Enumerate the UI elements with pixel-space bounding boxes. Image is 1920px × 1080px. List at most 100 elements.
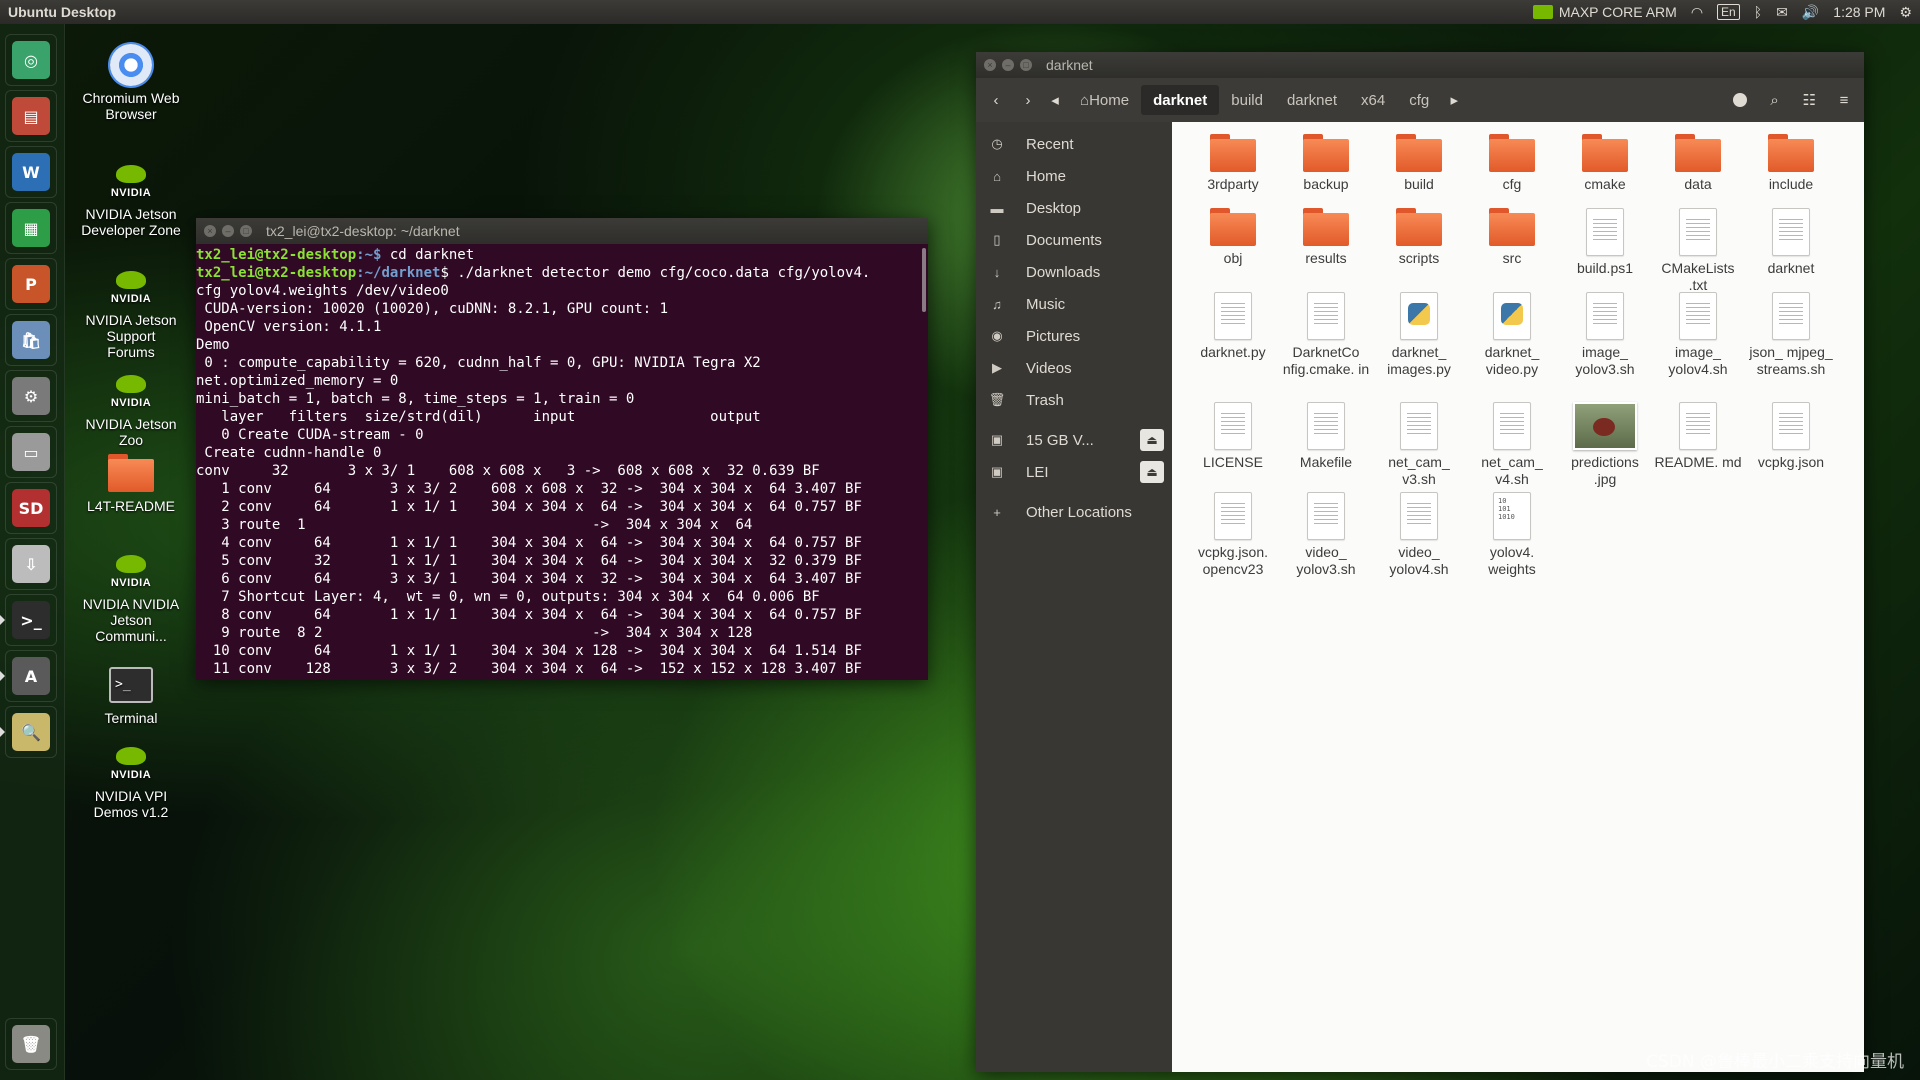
desktop-icon[interactable]: Chromium Web Browser	[81, 44, 181, 122]
eject-icon[interactable]: ⏏	[1140, 429, 1164, 451]
files-titlebar[interactable]: × – □ darknet	[976, 52, 1864, 78]
file-item[interactable]: include	[1745, 134, 1837, 193]
file-item[interactable]: net_cam_ v3.sh	[1373, 402, 1465, 488]
maximize-icon[interactable]: □	[240, 225, 252, 237]
desktop-icon[interactable]: >_ Terminal	[81, 664, 181, 726]
file-item[interactable]: Makefile	[1280, 402, 1372, 471]
desktop-icon[interactable]: L4T-README	[81, 452, 181, 514]
desktop-icon[interactable]: NVIDIA NVIDIA Jetson Zoo	[81, 370, 181, 448]
eject-icon[interactable]: ⏏	[1140, 461, 1164, 483]
trash-launcher-button[interactable]: 🗑	[5, 1018, 57, 1070]
maximize-icon[interactable]: □	[1020, 59, 1032, 71]
sidebar-item-desktop[interactable]: ▬ Desktop	[976, 192, 1172, 224]
software-center-launcher-button[interactable]: 🛍	[5, 314, 57, 366]
sidebar-item-downloads[interactable]: ↓ Downloads	[976, 256, 1172, 288]
desktop-icon[interactable]: NVIDIA NVIDIA NVIDIA Jetson Communi...	[81, 550, 181, 644]
file-item[interactable]: darknet	[1745, 208, 1837, 277]
file-item[interactable]: src	[1466, 208, 1558, 267]
libreoffice-impress-launcher-button[interactable]: P	[5, 258, 57, 310]
status-dot-icon[interactable]	[1725, 85, 1755, 115]
file-item[interactable]: video_ yolov4.sh	[1373, 492, 1465, 578]
file-item[interactable]: CMakeLists .txt	[1652, 208, 1744, 294]
gear-icon[interactable]: ⚙	[1899, 4, 1912, 21]
bluetooth-icon[interactable]: ᛒ	[1754, 4, 1762, 20]
power-mode-indicator[interactable]: MAXP CORE ARM	[1532, 4, 1677, 20]
terminal-window[interactable]: × – □ tx2_lei@tx2-desktop: ~/darknet tx2…	[196, 218, 928, 680]
terminal-output[interactable]: tx2_lei@tx2-desktop:~$ cd darknet tx2_lei…	[196, 244, 928, 676]
breadcrumb-darknet[interactable]: darknet	[1275, 85, 1349, 115]
search-icon[interactable]: ⌕	[1761, 85, 1789, 115]
breadcrumb-cfg[interactable]: cfg	[1397, 85, 1441, 115]
desktop-icon[interactable]: NVIDIA NVIDIA Jetson Support Forums	[81, 266, 181, 360]
file-item[interactable]: predictions .jpg	[1559, 402, 1651, 488]
sidebar-item-recent[interactable]: ◷ Recent	[976, 128, 1172, 160]
file-item[interactable]: README. md	[1652, 402, 1744, 471]
file-item[interactable]: darknet.py	[1187, 292, 1279, 361]
file-manager-window[interactable]: × – □ darknet ‹ › ◂ ⌂ Home darknet build da…	[976, 52, 1864, 1072]
file-item[interactable]: data	[1652, 134, 1744, 193]
file-item[interactable]: 3rdparty	[1187, 134, 1279, 193]
terminal-scrollbar[interactable]	[922, 248, 926, 312]
sidebar-item-trash[interactable]: 🗑 Trash	[976, 384, 1172, 416]
minimize-icon[interactable]: –	[222, 225, 234, 237]
breadcrumb-darknet[interactable]: darknet	[1141, 85, 1220, 115]
file-item[interactable]: darknet_ images.py	[1373, 292, 1465, 378]
sidebar-item-documents[interactable]: ▯ Documents	[976, 224, 1172, 256]
breadcrumb-right-icon[interactable]: ▸	[1445, 85, 1463, 115]
desktop-icon[interactable]: NVIDIA NVIDIA VPI Demos v1.2	[81, 742, 181, 820]
file-item[interactable]: cmake	[1559, 134, 1651, 193]
breadcrumb-build[interactable]: build	[1219, 85, 1275, 115]
file-item[interactable]: LICENSE	[1187, 402, 1279, 471]
image-viewer-launcher-button[interactable]: 🔍	[5, 706, 57, 758]
mail-icon[interactable]: ✉	[1776, 4, 1788, 21]
file-item[interactable]: obj	[1187, 208, 1279, 267]
desktop-icon[interactable]: NVIDIA NVIDIA Jetson Developer Zone	[81, 160, 181, 238]
close-icon[interactable]: ×	[204, 225, 216, 237]
sidebar-item-music[interactable]: ♫ Music	[976, 288, 1172, 320]
sidebar-item-pictures[interactable]: ◉ Pictures	[976, 320, 1172, 352]
file-item[interactable]: scripts	[1373, 208, 1465, 267]
sidebar-item-home[interactable]: ⌂ Home	[976, 160, 1172, 192]
volume-icon[interactable]: 🔊	[1802, 4, 1819, 21]
file-item[interactable]: darknet_ video.py	[1466, 292, 1558, 378]
terminal-launcher-button[interactable]: >_	[5, 594, 57, 646]
file-item[interactable]: image_ yolov3.sh	[1559, 292, 1651, 378]
breadcrumb-left-icon[interactable]: ◂	[1046, 85, 1064, 115]
clock[interactable]: 1:28 PM	[1833, 4, 1885, 20]
file-item[interactable]: backup	[1280, 134, 1372, 193]
keyboard-indicator[interactable]: En	[1717, 4, 1740, 20]
menu-icon[interactable]: ≡	[1830, 85, 1858, 115]
file-item[interactable]: vcpkg.json	[1745, 402, 1837, 471]
terminal-titlebar[interactable]: × – □ tx2_lei@tx2-desktop: ~/darknet	[196, 218, 928, 244]
sidebar-item-videos[interactable]: ▶ Videos	[976, 352, 1172, 384]
view-toggle-icon[interactable]: ☷	[1795, 85, 1824, 115]
file-item[interactable]: net_cam_ v4.sh	[1466, 402, 1558, 488]
file-item[interactable]: image_ yolov4.sh	[1652, 292, 1744, 378]
breadcrumb-x64[interactable]: x64	[1349, 85, 1397, 115]
file-item[interactable]: json_ mjpeg_ streams.sh	[1745, 292, 1837, 378]
system-settings-launcher-button[interactable]: ⚙	[5, 370, 57, 422]
file-item[interactable]: cfg	[1466, 134, 1558, 193]
sidebar-item-other-locations[interactable]: + Other Locations	[976, 496, 1172, 528]
libreoffice-calc-launcher-button[interactable]: ▦	[5, 202, 57, 254]
file-item[interactable]: results	[1280, 208, 1372, 267]
breadcrumb-home[interactable]: ⌂ Home	[1068, 85, 1141, 115]
close-icon[interactable]: ×	[984, 59, 996, 71]
file-item[interactable]: video_ yolov3.sh	[1280, 492, 1372, 578]
file-item[interactable]: 10 101 1010 yolov4. weights	[1466, 492, 1558, 578]
wifi-icon[interactable]: ◠	[1691, 4, 1703, 21]
back-icon[interactable]: ‹	[982, 85, 1010, 115]
file-item[interactable]: vcpkg.json. opencv23	[1187, 492, 1279, 578]
forward-icon[interactable]: ›	[1014, 85, 1042, 115]
installer-launcher-button[interactable]: ⇩	[5, 538, 57, 590]
file-item[interactable]: build.ps1	[1559, 208, 1651, 277]
drive-launcher-button[interactable]: ▭	[5, 426, 57, 478]
minimize-icon[interactable]: –	[1002, 59, 1014, 71]
sidebar-item-device[interactable]: ▣ LEI ⏏	[976, 456, 1172, 488]
file-item[interactable]: build	[1373, 134, 1465, 193]
file-item[interactable]: DarknetCo nfig.cmake. in	[1280, 292, 1372, 378]
sd-card-launcher-button[interactable]: SD	[5, 482, 57, 534]
ubuntu-dash-launcher-button[interactable]: ◎	[5, 34, 57, 86]
file-cabinet-launcher-button[interactable]: ▤	[5, 90, 57, 142]
libreoffice-writer-launcher-button[interactable]: W	[5, 146, 57, 198]
